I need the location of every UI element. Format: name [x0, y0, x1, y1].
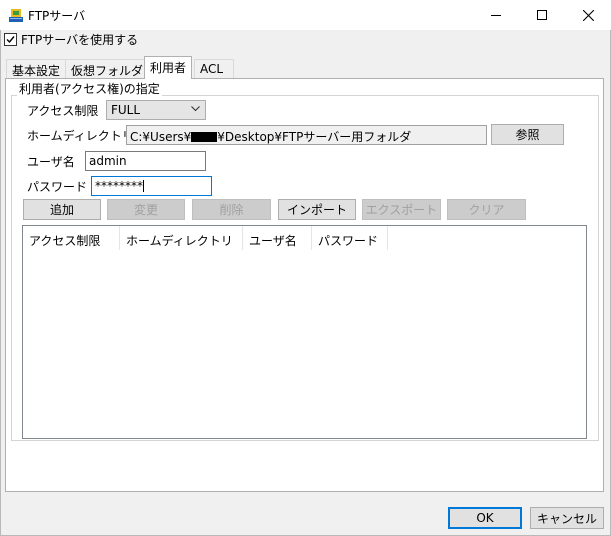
- chevron-down-icon: [191, 106, 200, 112]
- window-title: FTPサーバ: [28, 9, 86, 23]
- tab-acl[interactable]: ACL: [194, 59, 235, 79]
- tab-users[interactable]: 利用者: [144, 56, 193, 79]
- access-label: アクセス制限: [27, 104, 99, 118]
- browse-button[interactable]: 参照: [491, 124, 564, 145]
- user-group-title: 利用者(アクセス権)の指定: [17, 80, 162, 97]
- minimize-button[interactable]: [473, 0, 519, 30]
- app-icon: [8, 7, 24, 23]
- redacted-username: [191, 132, 218, 142]
- column-header-access[interactable]: アクセス制限: [23, 226, 120, 250]
- enable-ftp-checkbox[interactable]: [4, 33, 17, 46]
- cancel-button[interactable]: キャンセル: [530, 507, 604, 529]
- enable-ftp-label: FTPサーバを使用する: [21, 33, 139, 47]
- close-icon: [582, 9, 594, 21]
- home-dir-suffix: ¥Desktop¥FTPサーバー用フォルダ: [217, 130, 412, 144]
- access-select-value: FULL: [111, 103, 141, 117]
- tab-basic-settings[interactable]: 基本設定: [6, 59, 67, 79]
- edit-button[interactable]: 変更: [107, 199, 185, 220]
- close-button[interactable]: [565, 0, 611, 30]
- home-dir-field[interactable]: C:¥Users¥ ¥Desktop¥FTPサーバー用フォルダ: [126, 125, 487, 145]
- user-list[interactable]: アクセス制限 ホームディレクトリ ユーザ名 パスワード: [22, 225, 587, 439]
- column-header-home-dir[interactable]: ホームディレクトリ: [120, 226, 243, 250]
- add-button[interactable]: 追加: [23, 199, 101, 220]
- minimize-icon: [491, 15, 501, 16]
- maximize-button[interactable]: [519, 0, 565, 30]
- text-caret: [143, 180, 144, 192]
- home-dir-prefix: C:¥Users¥: [130, 130, 192, 144]
- title-bar: FTPサーバ: [0, 0, 611, 30]
- enable-ftp-checkbox-row[interactable]: FTPサーバを使用する: [4, 31, 138, 48]
- export-button[interactable]: エクスポート: [362, 199, 441, 220]
- password-input[interactable]: ********: [91, 176, 212, 196]
- username-label: ユーザ名: [27, 155, 75, 169]
- tab-virtual-folder[interactable]: 仮想フォルダ: [65, 59, 150, 79]
- checkmark-icon: [6, 36, 15, 44]
- home-dir-label: ホームディレクトリ: [27, 129, 134, 143]
- maximize-icon: [537, 10, 547, 20]
- username-input[interactable]: admin: [85, 151, 206, 171]
- clear-button[interactable]: クリア: [447, 199, 526, 220]
- column-header-username[interactable]: ユーザ名: [243, 226, 312, 250]
- import-button[interactable]: インポート: [278, 199, 356, 220]
- ok-button[interactable]: OK: [448, 507, 522, 529]
- column-header-password[interactable]: パスワード: [312, 226, 388, 250]
- password-value: ********: [95, 179, 143, 193]
- password-label: パスワード: [27, 180, 88, 194]
- access-select[interactable]: FULL: [106, 100, 206, 120]
- delete-button[interactable]: 削除: [192, 199, 271, 220]
